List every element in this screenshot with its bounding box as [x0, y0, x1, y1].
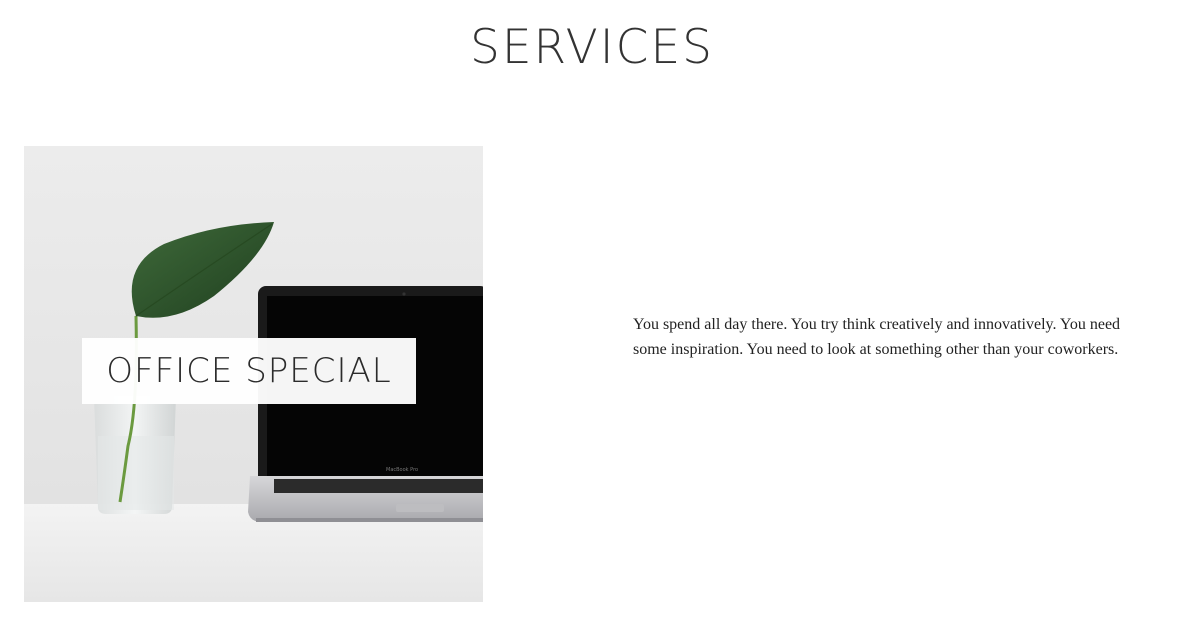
- office-special-label: OFFICE SPECIAL: [82, 338, 416, 404]
- page-title: SERVICES: [470, 20, 714, 75]
- laptop-brand-text: MacBook Pro: [386, 467, 418, 473]
- service-description: You spend all day there. You try think c…: [633, 316, 1121, 358]
- services-page: SERVICES MacBook Pro OFFICE SPECIAL You …: [0, 0, 1184, 625]
